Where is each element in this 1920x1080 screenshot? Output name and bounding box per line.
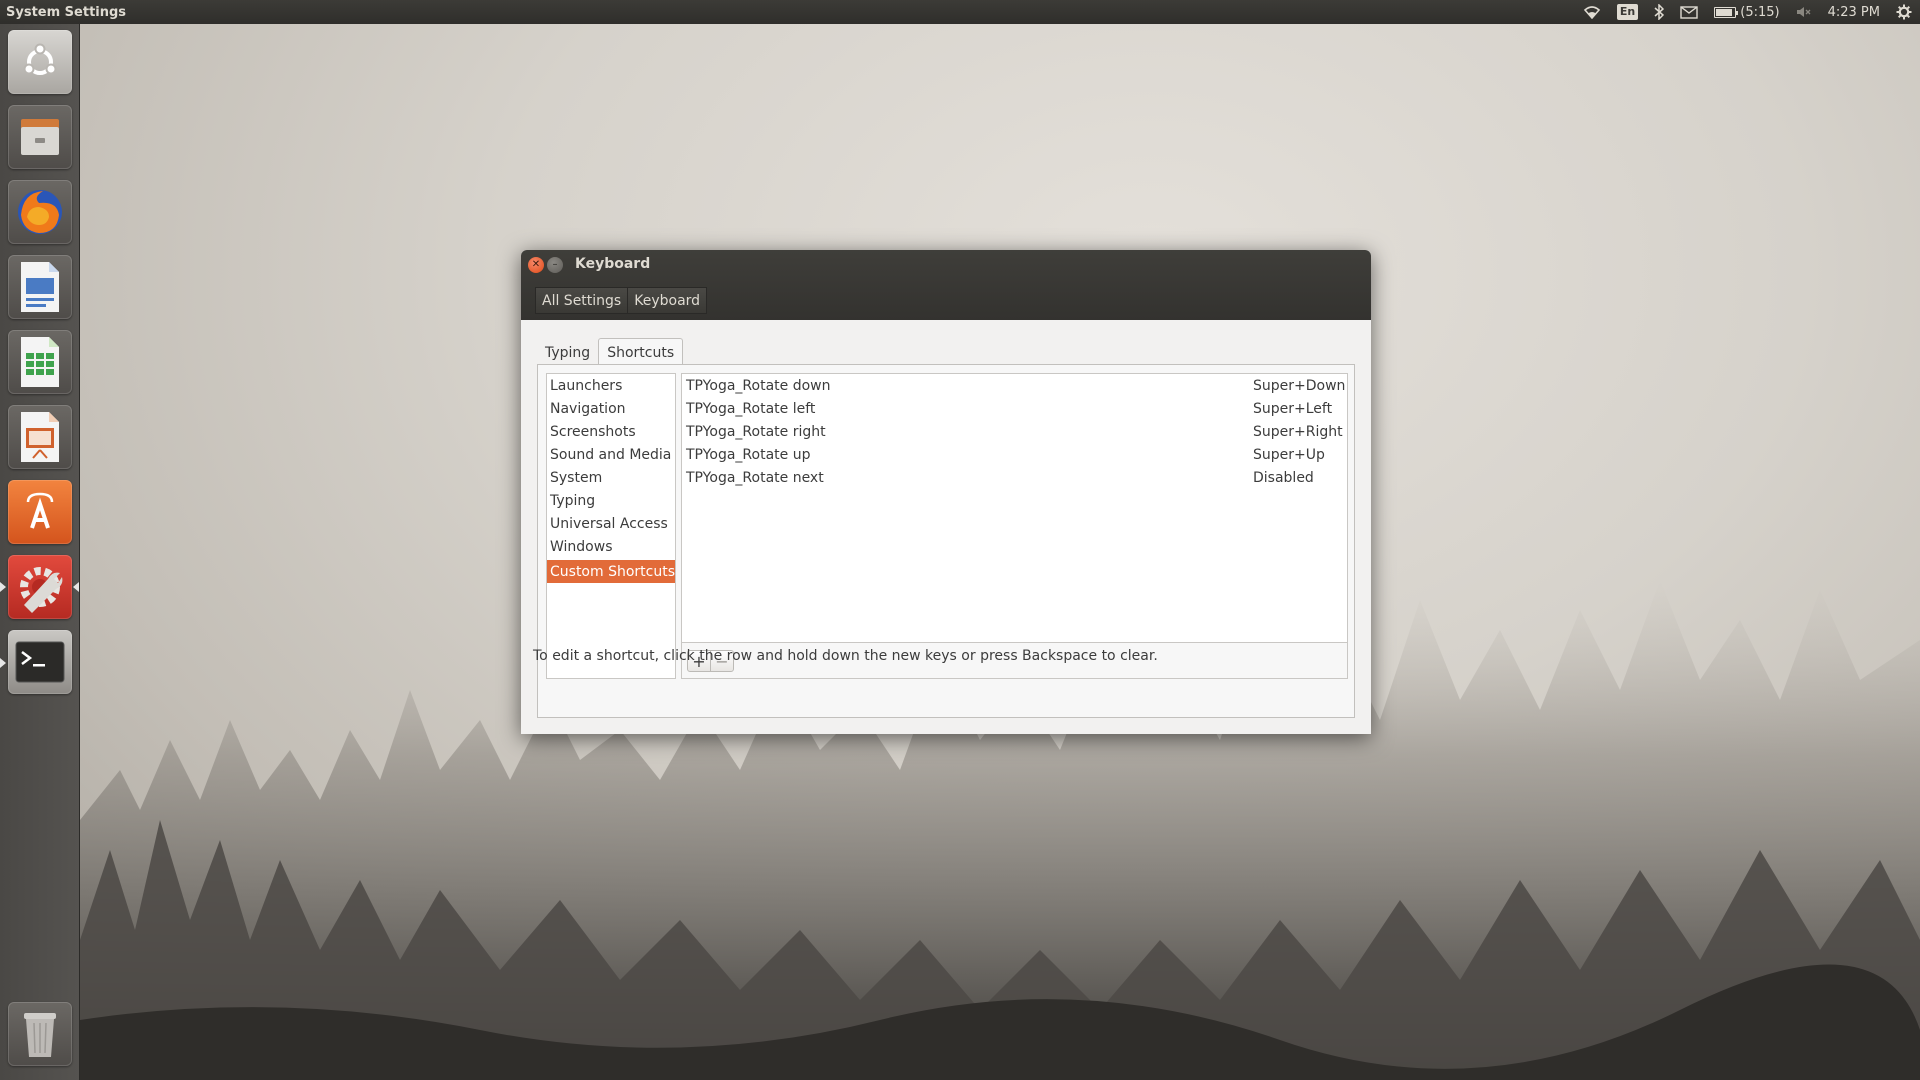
window-content: Typing Shortcuts Launchers Navigation Sc… <box>521 320 1371 734</box>
breadcrumb-keyboard[interactable]: Keyboard <box>628 287 708 314</box>
terminal-icon <box>15 641 65 683</box>
bluetooth-icon[interactable] <box>1654 0 1665 24</box>
minimize-icon: – <box>552 259 558 270</box>
launcher-impress[interactable] <box>8 405 72 469</box>
shortcut-row[interactable]: TPYoga_Rotate left Super+Left <box>682 397 1347 420</box>
shortcut-accel: Super+Right <box>1253 423 1343 440</box>
minimize-window-button[interactable]: – <box>547 257 563 273</box>
keyboard-settings-window: ✕ – Keyboard All Settings Keyboard Typin… <box>521 250 1371 734</box>
shortcut-row[interactable]: TPYoga_Rotate next Disabled <box>682 466 1347 489</box>
category-navigation[interactable]: Navigation <box>547 397 675 420</box>
focused-indicator <box>73 582 79 592</box>
battery-icon <box>1714 6 1739 18</box>
system-settings-icon <box>20 567 63 613</box>
running-indicator <box>0 582 6 592</box>
trash-icon <box>24 1013 56 1057</box>
mail-icon[interactable] <box>1680 0 1698 24</box>
keyboard-layout-label: En <box>1616 4 1639 20</box>
category-typing[interactable]: Typing <box>547 489 675 512</box>
category-universal-access[interactable]: Universal Access <box>547 512 675 535</box>
wifi-icon[interactable] <box>1583 0 1601 24</box>
launcher-trash[interactable] <box>8 1002 72 1066</box>
active-app-title: System Settings <box>6 4 127 20</box>
shortcut-name: TPYoga_Rotate down <box>686 377 831 394</box>
keyboard-layout-indicator[interactable]: En <box>1616 0 1639 24</box>
software-center-icon <box>26 492 54 529</box>
shortcut-row[interactable]: TPYoga_Rotate down Super+Down <box>682 374 1347 397</box>
writer-icon <box>21 262 59 312</box>
window-titlebar[interactable]: ✕ – Keyboard All Settings Keyboard <box>521 250 1371 320</box>
session-gear-icon[interactable] <box>1896 0 1912 24</box>
battery-level <box>1716 8 1733 16</box>
category-launchers[interactable]: Launchers <box>547 374 675 397</box>
shortcut-name: TPYoga_Rotate next <box>686 469 824 486</box>
category-sound-and-media[interactable]: Sound and Media <box>547 443 675 466</box>
impress-icon <box>21 412 59 462</box>
shortcut-accel: Disabled <box>1253 469 1314 486</box>
category-custom-shortcuts[interactable]: Custom Shortcuts <box>547 560 675 583</box>
close-icon: ✕ <box>531 259 541 270</box>
close-window-button[interactable]: ✕ <box>528 257 544 273</box>
shortcut-category-list: Launchers Navigation Screenshots Sound a… <box>546 373 676 679</box>
battery-time: (5:15) <box>1740 4 1780 20</box>
launcher-calc[interactable] <box>8 330 72 394</box>
shortcut-name: TPYoga_Rotate up <box>686 446 811 463</box>
launcher-writer[interactable] <box>8 255 72 319</box>
launcher-system-settings[interactable] <box>8 555 72 619</box>
launcher-software-center[interactable] <box>8 480 72 544</box>
shortcut-row[interactable]: TPYoga_Rotate up Super+Up <box>682 443 1347 466</box>
shortcuts-panel: Launchers Navigation Screenshots Sound a… <box>537 364 1355 718</box>
launcher-dash-button[interactable] <box>8 30 72 94</box>
tab-shortcuts[interactable]: Shortcuts <box>598 338 684 366</box>
indicator-area: En (5:15) 4:23 PM <box>1583 0 1920 24</box>
launcher-terminal[interactable] <box>8 630 72 694</box>
category-windows[interactable]: Windows <box>547 535 675 558</box>
firefox-icon <box>18 190 62 234</box>
category-system[interactable]: System <box>547 466 675 489</box>
edit-hint-text: To edit a shortcut, click the row and ho… <box>533 648 1158 664</box>
shortcut-row[interactable]: TPYoga_Rotate right Super+Right <box>682 420 1347 443</box>
shortcut-accel: Super+Down <box>1253 377 1346 394</box>
tab-typing[interactable]: Typing <box>537 340 598 366</box>
launcher <box>0 24 80 1080</box>
clock[interactable]: 4:23 PM <box>1828 0 1880 24</box>
breadcrumb: All Settings Keyboard <box>535 287 708 314</box>
window-title: Keyboard <box>575 256 651 272</box>
breadcrumb-all-settings[interactable]: All Settings <box>535 287 629 314</box>
top-panel: System Settings En (5:15) 4:23 PM <box>0 0 1920 24</box>
ubuntu-logo-icon <box>23 43 57 75</box>
calc-icon <box>21 337 59 387</box>
tab-bar: Typing Shortcuts <box>537 338 684 366</box>
shortcut-name: TPYoga_Rotate right <box>686 423 826 440</box>
category-screenshots[interactable]: Screenshots <box>547 420 675 443</box>
shortcut-list: TPYoga_Rotate down Super+Down TPYoga_Rot… <box>681 373 1348 643</box>
launcher-files[interactable] <box>8 105 72 169</box>
volume-muted-icon[interactable] <box>1796 0 1812 24</box>
running-indicator <box>0 658 6 668</box>
battery-indicator[interactable]: (5:15) <box>1714 0 1780 24</box>
files-icon <box>21 119 59 155</box>
launcher-firefox[interactable] <box>8 180 72 244</box>
shortcut-name: TPYoga_Rotate left <box>686 400 816 417</box>
shortcut-accel: Super+Left <box>1253 400 1333 417</box>
shortcut-accel: Super+Up <box>1253 446 1325 463</box>
